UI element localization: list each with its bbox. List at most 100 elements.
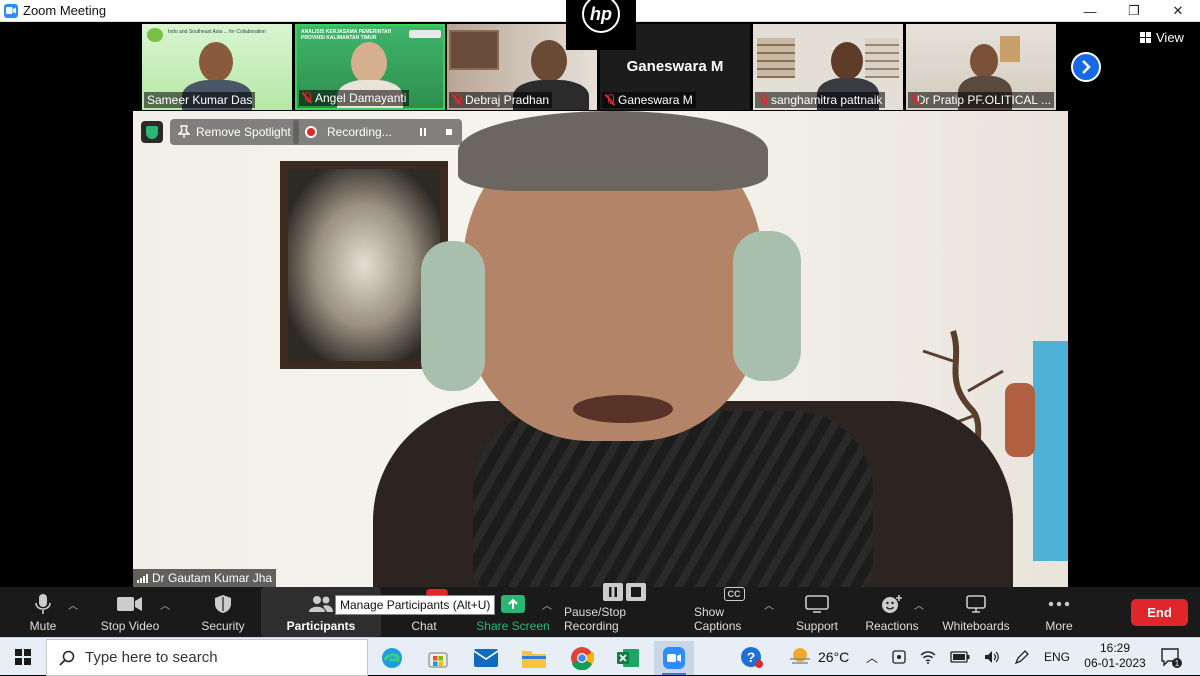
wall-photo xyxy=(449,30,499,70)
mic-muted-icon xyxy=(758,94,768,106)
file-explorer-app[interactable] xyxy=(514,641,554,675)
show-captions-button[interactable]: CC Show Captions xyxy=(694,587,774,637)
reactions-options-caret[interactable]: ︿ xyxy=(914,597,924,612)
mute-options-caret[interactable]: ︿ xyxy=(68,597,78,612)
blue-panel xyxy=(1033,341,1068,561)
security-label: Security xyxy=(201,619,245,633)
share-screen-label: Share Screen xyxy=(476,619,550,633)
participant-name: Angel Damayanti xyxy=(299,90,410,106)
taskbar-search[interactable]: Type here to search xyxy=(46,639,368,676)
pause-stop-recording-button[interactable]: Pause/Stop Recording xyxy=(564,583,684,637)
wall-ornament xyxy=(1005,383,1035,457)
participant-face xyxy=(831,42,863,80)
start-button[interactable] xyxy=(0,638,46,676)
captions-options-caret[interactable]: ︿ xyxy=(764,597,774,612)
participant-name: Dr Pratip PF.OLITICAL ... xyxy=(908,92,1054,108)
participant-face xyxy=(199,42,233,82)
recording-label: Recording... xyxy=(327,125,392,139)
battery-icon[interactable] xyxy=(950,651,970,663)
reactions-label: Reactions xyxy=(865,619,919,633)
microphone-icon xyxy=(35,594,51,614)
pen-icon[interactable] xyxy=(1014,649,1030,665)
chevron-right-icon xyxy=(1082,60,1091,74)
participant-tile-pratip[interactable]: Dr Pratip PF.OLITICAL ... xyxy=(906,24,1056,110)
stop-recording-button[interactable] xyxy=(436,119,462,145)
participants-icon xyxy=(309,596,333,612)
remove-spotlight-button[interactable]: Remove Spotlight xyxy=(170,119,299,145)
support-button[interactable]: Support xyxy=(794,587,840,637)
logo-icon xyxy=(409,30,441,38)
excel-app[interactable] xyxy=(608,641,648,675)
notifications-button[interactable]: 1 xyxy=(1160,638,1182,676)
excel-icon xyxy=(617,649,639,667)
mic-muted-icon xyxy=(911,94,920,106)
video-options-caret[interactable]: ︿ xyxy=(160,597,170,612)
active-speaker-video[interactable]: Remove Spotlight Recording... Dr Gautam … xyxy=(133,111,1068,587)
show-captions-label: Show Captions xyxy=(694,605,742,633)
next-page-button[interactable] xyxy=(1071,52,1101,82)
tile-name-title: Ganeswara M xyxy=(626,58,724,75)
zoom-app[interactable] xyxy=(654,641,694,675)
pin-icon xyxy=(178,125,190,138)
chrome-app[interactable] xyxy=(562,641,602,675)
wifi-icon[interactable] xyxy=(920,650,936,664)
clock[interactable]: 16:29 06-01-2023 xyxy=(1080,641,1150,671)
system-tray: ︿ ENG xyxy=(866,638,1070,676)
speaker-mouth xyxy=(573,395,673,423)
participant-tile-angel[interactable]: ANALISIS KERJASAMA PEMERINTAH PROVINSI K… xyxy=(295,24,445,110)
participant-name: Debraj Pradhan xyxy=(449,92,553,108)
more-button[interactable]: More xyxy=(1038,587,1080,637)
show-hidden-icons-icon[interactable]: ︿ xyxy=(866,649,878,666)
participant-name: Sameer Kumar Das xyxy=(144,92,256,108)
security-shield-icon[interactable] xyxy=(141,121,163,143)
tile-poster-text: ANALISIS KERJASAMA PEMERINTAH PROVINSI K… xyxy=(301,29,392,41)
hp-logo: hp xyxy=(566,0,636,50)
participant-name: sanghamitra pattnaik xyxy=(755,92,886,108)
edge-app[interactable] xyxy=(372,641,412,675)
close-button[interactable]: ✕ xyxy=(1156,0,1200,22)
store-app[interactable] xyxy=(418,641,458,675)
stop-icon xyxy=(625,583,646,601)
speaker-hair xyxy=(458,111,768,191)
restore-button[interactable]: ❐ xyxy=(1112,0,1156,22)
end-meeting-button[interactable]: End xyxy=(1131,599,1188,626)
mute-button[interactable]: Mute xyxy=(20,587,66,637)
remove-spotlight-label: Remove Spotlight xyxy=(196,125,291,139)
participant-tile-sameer[interactable]: Indo and Southeast Asia ... for Collabor… xyxy=(142,24,292,110)
mail-app[interactable] xyxy=(466,641,506,675)
pause-stop-recording-label: Pause/Stop Recording xyxy=(564,605,627,633)
signal-strength-icon xyxy=(137,573,148,583)
participant-name: Ganeswara M xyxy=(602,92,696,108)
participant-face xyxy=(531,40,567,82)
closed-captions-icon: CC xyxy=(723,587,745,601)
share-options-caret[interactable]: ︿ xyxy=(542,597,552,612)
headphone-left-icon xyxy=(421,241,485,391)
stop-video-button[interactable]: Stop Video xyxy=(98,587,162,637)
edge-icon xyxy=(382,648,402,668)
help-icon: ? xyxy=(741,647,763,668)
more-label: More xyxy=(1045,619,1073,633)
security-button[interactable]: Security xyxy=(198,587,248,637)
notification-count: 1 xyxy=(1175,659,1180,668)
meet-now-icon[interactable] xyxy=(892,649,906,665)
minimize-button[interactable]: — xyxy=(1068,0,1112,22)
bookshelf xyxy=(757,38,795,78)
monitor-icon xyxy=(805,595,829,613)
whiteboards-button[interactable]: Whiteboards xyxy=(940,587,1012,637)
wall-frame xyxy=(1000,36,1020,62)
participants-tooltip: Manage Participants (Alt+U) xyxy=(335,595,496,615)
reactions-button[interactable]: Reactions xyxy=(865,587,919,637)
speaker-name-label: Dr Gautam Kumar Jha xyxy=(152,571,273,585)
participants-label: Participants xyxy=(286,619,356,633)
windows-taskbar: Type here to search ? 26°C ︿ ENG 16:29 0… xyxy=(0,637,1200,676)
participant-tile-sanghamitra[interactable]: sanghamitra pattnaik xyxy=(753,24,903,110)
help-tray-icon[interactable]: ? xyxy=(740,638,764,676)
zoom-icon xyxy=(663,647,685,669)
weather-widget[interactable]: 26°C xyxy=(788,638,849,676)
language-indicator[interactable]: ENG xyxy=(1044,650,1070,664)
volume-icon[interactable] xyxy=(984,650,1000,664)
view-button[interactable]: View xyxy=(1140,30,1184,45)
whiteboard-icon xyxy=(966,595,986,613)
tile-poster-text: Indo and Southeast Asia ... for Collabor… xyxy=(168,29,266,35)
pause-recording-button[interactable] xyxy=(410,119,436,145)
